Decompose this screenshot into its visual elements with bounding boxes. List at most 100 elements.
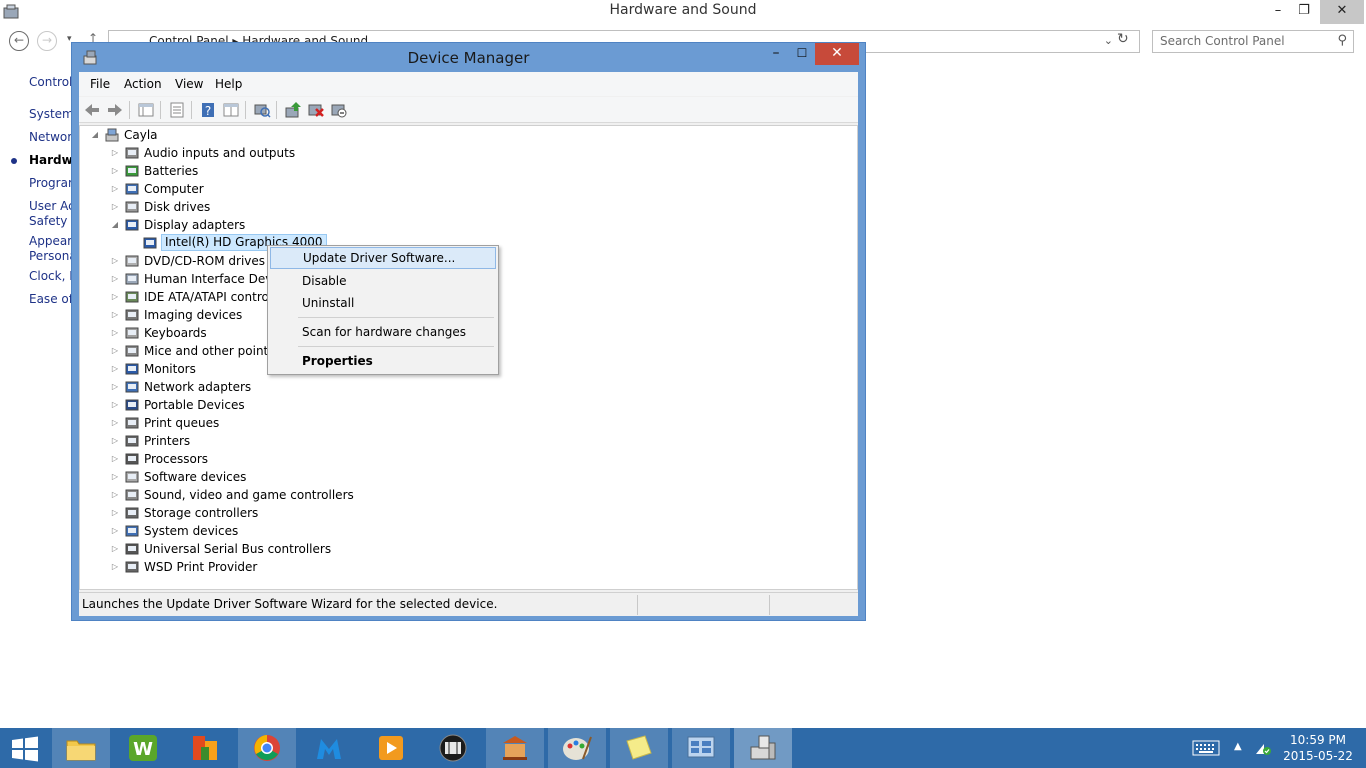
expand-arrow-icon[interactable]: ▷ [110,270,120,288]
ctx-uninstall[interactable]: Uninstall [270,292,496,314]
collapse-arrow-icon[interactable]: ◢ [90,126,100,144]
sidebar-link-control-panel-home[interactable]: Control [29,75,72,90]
expand-arrow-icon[interactable]: ▷ [110,396,120,414]
show-hidden-icons-icon[interactable]: ▲ [1234,741,1242,757]
taskbar-control-panel[interactable] [672,728,730,768]
expand-arrow-icon[interactable]: ▷ [110,144,120,162]
expand-arrow-icon[interactable]: ▷ [110,450,120,468]
category-item[interactable]: ▷ Print queues [110,414,530,432]
expand-arrow-icon[interactable]: ▷ [110,162,120,180]
category-item[interactable]: ▷ Batteries [110,162,530,180]
uninstall-icon[interactable] [307,101,325,119]
category-item[interactable]: ▷ Software devices [110,468,530,486]
expand-arrow-icon[interactable]: ▷ [110,504,120,522]
expand-arrow-icon[interactable]: ▷ [110,558,120,576]
expand-arrow-icon[interactable]: ▷ [110,324,120,342]
sidebar-link-ease-of-access[interactable]: Ease of A [29,292,75,307]
sidebar-link-appearance[interactable]: Appeara [29,234,75,249]
expand-arrow-icon[interactable]: ▷ [110,522,120,540]
taskbar-museum[interactable] [486,728,544,768]
expand-arrow-icon[interactable]: ▷ [110,414,120,432]
expand-arrow-icon[interactable]: ▷ [110,378,120,396]
show-hide-tree-icon[interactable] [137,101,155,119]
search-box[interactable]: ⚲ [1152,30,1354,53]
network-status-icon[interactable] [1254,740,1272,756]
expand-arrow-icon[interactable]: ▷ [110,486,120,504]
category-item[interactable]: ▷ WSD Print Provider [110,558,530,576]
properties-icon[interactable] [168,101,186,119]
system-clock[interactable]: 10:59 PM 2015-05-22 [1276,732,1360,764]
category-item[interactable]: ▷ System devices [110,522,530,540]
menu-file[interactable]: File [90,77,110,91]
disable-icon[interactable] [330,101,348,119]
sidebar-link-appearance-line2[interactable]: Persona [29,249,75,264]
category-item[interactable]: ▷ Disk drives [110,198,530,216]
taskbar-film[interactable] [424,728,482,768]
category-item[interactable]: ▷ Computer [110,180,530,198]
expand-arrow-icon[interactable]: ▷ [110,306,120,324]
taskbar-device-manager[interactable] [734,728,792,768]
console-icon[interactable] [222,101,240,119]
scan-hardware-icon[interactable] [253,101,271,119]
back-icon[interactable] [83,101,101,119]
address-dropdown-icon[interactable]: ⌄ [1104,34,1113,47]
dm-close-button[interactable]: ✕ [815,43,859,65]
category-item[interactable]: ▷ Portable Devices [110,396,530,414]
expand-arrow-icon[interactable]: ▷ [110,198,120,216]
expand-arrow-icon[interactable]: ▷ [110,468,120,486]
category-item[interactable]: ▷ Printers [110,432,530,450]
touch-keyboard-icon[interactable] [1192,740,1220,756]
dm-minimize-button[interactable]: – [764,43,788,65]
forward-icon[interactable] [106,101,124,119]
help-icon[interactable]: ? [199,101,217,119]
close-button[interactable]: ✕ [1320,0,1364,24]
sidebar-link-user-accounts-line2[interactable]: Safety [29,214,67,229]
tree-root[interactable]: ◢ Cayla [90,126,290,144]
refresh-icon[interactable]: ↻ [1117,31,1129,47]
restore-button[interactable]: ❐ [1291,0,1317,24]
taskbar-media-player[interactable] [362,728,420,768]
expand-arrow-icon[interactable]: ▷ [110,540,120,558]
collapse-arrow-icon[interactable]: ◢ [110,216,120,234]
taskbar-office[interactable] [176,728,234,768]
taskbar-paint[interactable] [548,728,606,768]
sidebar-link-user-accounts[interactable]: User Ac [29,199,75,214]
taskbar-malwarebytes[interactable] [300,728,358,768]
category-item[interactable]: ◢ Display adapters [110,216,530,234]
category-item[interactable]: ▷ Audio inputs and outputs [110,144,530,162]
ctx-properties[interactable]: Properties [270,350,496,372]
category-item[interactable]: ▷ Storage controllers [110,504,530,522]
update-driver-icon[interactable] [284,101,302,119]
forward-button[interactable]: → [37,31,57,51]
minimize-button[interactable]: – [1265,0,1291,24]
sidebar-link-network[interactable]: Network [29,130,75,145]
menu-help[interactable]: Help [215,77,242,91]
ctx-scan-hardware[interactable]: Scan for hardware changes [270,321,496,343]
windows-start-icon[interactable] [10,736,40,762]
back-button[interactable]: ← [9,31,29,51]
expand-arrow-icon[interactable]: ▷ [110,360,120,378]
expand-arrow-icon[interactable]: ▷ [110,180,120,198]
menu-action[interactable]: Action [124,77,162,91]
sidebar-link-clock[interactable]: Clock, L [29,269,75,284]
taskbar-sticky-notes[interactable] [610,728,668,768]
sidebar-link-system[interactable]: System [29,107,74,122]
expand-arrow-icon[interactable]: ▷ [110,432,120,450]
expand-arrow-icon[interactable]: ▷ [110,288,120,306]
search-input[interactable] [1160,31,1330,51]
expand-arrow-icon[interactable]: ▷ [110,342,120,360]
category-item[interactable]: ▷ Processors [110,450,530,468]
category-item[interactable]: ▷ Network adapters [110,378,530,396]
menu-view[interactable]: View [175,77,203,91]
taskbar-file-explorer[interactable] [52,728,110,768]
taskbar-word-processor[interactable]: W [114,728,172,768]
sidebar-link-hardware[interactable]: Hardwa [29,153,75,168]
category-item[interactable]: ▷ Sound, video and game controllers [110,486,530,504]
ctx-update-driver[interactable]: Update Driver Software... [270,247,496,269]
expand-arrow-icon[interactable]: ▷ [110,252,120,270]
category-item[interactable]: ▷ Universal Serial Bus controllers [110,540,530,558]
dm-maximize-button[interactable]: ☐ [790,43,814,65]
taskbar-chrome[interactable] [238,728,296,768]
ctx-disable[interactable]: Disable [270,270,496,292]
sidebar-link-programs[interactable]: Program [29,176,75,191]
